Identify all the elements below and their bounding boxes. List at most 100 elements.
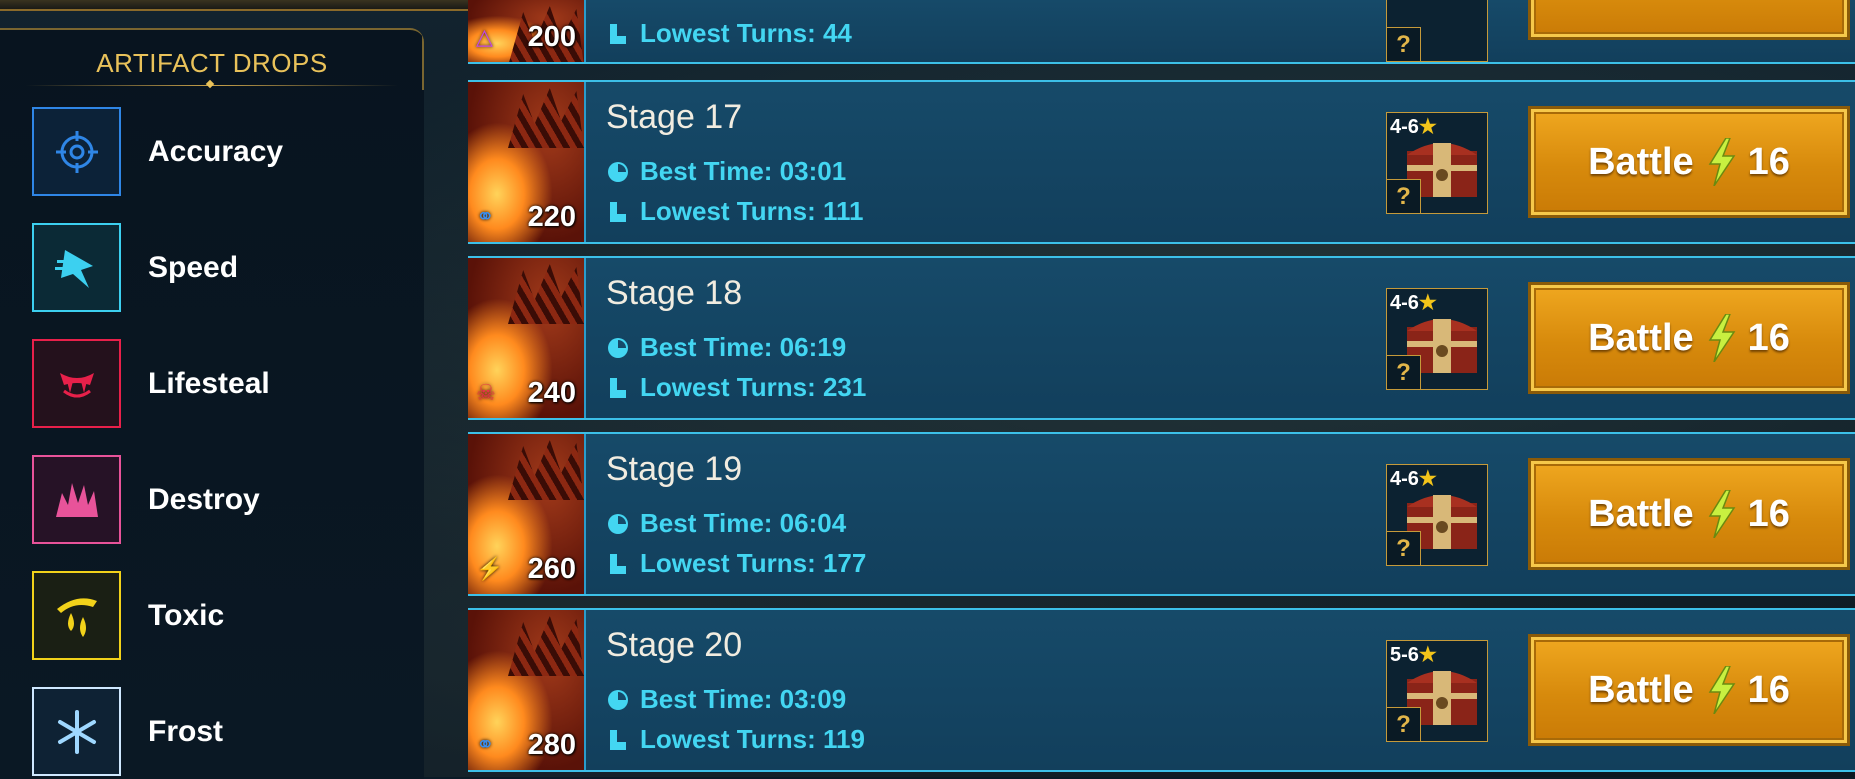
energy-cost: 16 — [1747, 316, 1790, 359]
title-divider-ornament — [205, 79, 215, 89]
lowest-turns-text: Lowest Turns: 119 — [640, 724, 865, 754]
stage-name: Stage 20 — [606, 626, 743, 664]
artifact-drop-label: Speed — [148, 251, 239, 284]
enemy-power: 200 — [527, 21, 576, 53]
reward-chest[interactable]: 4-6★ ? — [1386, 464, 1488, 566]
artifact-drop-label: Accuracy — [148, 135, 284, 168]
lowest-turns-text: Lowest Turns: 44 — [640, 18, 852, 48]
thumbnail-divider — [584, 434, 586, 594]
star-range: 4-6★ — [1390, 468, 1437, 490]
lifesteal-icon — [32, 339, 121, 428]
battle-label: Battle — [1588, 316, 1694, 359]
stage-name: Stage 18 — [606, 274, 743, 312]
lowest-turns: Lowest Turns: 44 — [606, 18, 852, 49]
artifact-drops-title: ARTIFACT DROPS — [96, 48, 328, 78]
dragon-horns — [508, 616, 584, 676]
energy-bolt-icon — [1708, 666, 1736, 714]
void-affinity-icon: △ — [476, 24, 493, 49]
enemy-power: 240 — [527, 377, 576, 409]
stage-boss-thumbnail: ⚡ 260 — [468, 434, 584, 594]
best-time-text: Best Time: 06:19 — [640, 332, 847, 362]
battle-label: Battle — [1588, 668, 1694, 711]
star-range: 5-6★ — [1390, 644, 1437, 666]
stage-row-17[interactable]: ⚭ 220 Stage 17 Best Time: 03:01 Lowest T… — [468, 80, 1855, 244]
thumbnail-divider — [584, 610, 586, 770]
stage-name: Stage 19 — [606, 450, 743, 488]
speed-icon — [32, 223, 121, 312]
artifact-drop-label: Lifesteal — [148, 367, 270, 400]
energy-bolt-icon — [1708, 490, 1736, 538]
battle-button[interactable]: Battle 16 — [1528, 106, 1850, 218]
artifact-drop-lifesteal[interactable]: Lifesteal — [32, 339, 402, 431]
question-mark-icon: ? — [1387, 355, 1421, 389]
artifact-drop-label: Destroy — [148, 483, 260, 516]
reward-chest[interactable]: ? — [1386, 0, 1488, 62]
stage-row-20[interactable]: ⚭ 280 Stage 20 Best Time: 03:09 Lowest T… — [468, 608, 1855, 772]
artifact-drop-label: Toxic — [148, 599, 225, 632]
best-time: Best Time: 03:01 — [606, 156, 846, 187]
lowest-turns-text: Lowest Turns: 111 — [640, 196, 864, 226]
star-range: 4-6★ — [1390, 292, 1437, 314]
force-affinity-icon: ☠ — [476, 380, 496, 405]
thumbnail-divider — [584, 258, 586, 418]
battle-label: Battle — [1588, 140, 1694, 183]
enemy-power: 220 — [527, 201, 576, 233]
battle-button[interactable]: Battle 16 — [1528, 282, 1850, 394]
artifact-drop-accuracy[interactable]: Accuracy — [32, 107, 402, 199]
stage-row-partial[interactable]: △ 200 Lowest Turns: 44 ? — [468, 0, 1855, 64]
energy-bolt-icon — [1708, 138, 1736, 186]
stage-row-18[interactable]: ☠ 240 Stage 18 Best Time: 06:19 Lowest T… — [468, 256, 1855, 420]
reward-chest[interactable]: 4-6★ ? — [1386, 288, 1488, 390]
artifact-drop-toxic[interactable]: Toxic — [32, 571, 402, 663]
question-mark-icon: ? — [1387, 707, 1421, 741]
artifact-drop-speed[interactable]: Speed — [32, 223, 402, 315]
boot-icon — [606, 376, 630, 400]
clock-icon — [606, 160, 630, 184]
battle-button[interactable]: Battle 16 — [1528, 634, 1850, 746]
energy-cost: 16 — [1747, 140, 1790, 183]
dragon-horns — [508, 88, 584, 148]
lowest-turns: Lowest Turns: 177 — [606, 548, 866, 579]
battle-label: Battle — [1588, 492, 1694, 535]
artifact-drop-destroy[interactable]: Destroy — [32, 455, 402, 547]
reward-chest[interactable]: 4-6★ ? — [1386, 112, 1488, 214]
question-mark-icon: ? — [1387, 27, 1421, 61]
thumbnail-divider — [584, 82, 586, 242]
stage-row-19[interactable]: ⚡ 260 Stage 19 Best Time: 06:04 Lowest T… — [468, 432, 1855, 596]
boot-icon — [606, 552, 630, 576]
energy-cost: 16 — [1747, 492, 1790, 535]
clock-icon — [606, 512, 630, 536]
best-time-text: Best Time: 06:04 — [640, 508, 847, 538]
lowest-turns: Lowest Turns: 231 — [606, 372, 866, 403]
clock-icon — [606, 688, 630, 712]
lowest-turns-text: Lowest Turns: 177 — [640, 548, 867, 578]
artifact-drop-frost[interactable]: Frost — [32, 687, 402, 779]
best-time: Best Time: 06:04 — [606, 508, 846, 539]
stage-boss-thumbnail: ⚭ 220 — [468, 82, 584, 242]
spirit-affinity-icon: ⚡ — [476, 556, 504, 581]
stage-boss-thumbnail: △ 200 — [468, 0, 584, 62]
best-time: Best Time: 03:09 — [606, 684, 846, 715]
question-mark-icon: ? — [1387, 179, 1421, 213]
lowest-turns-text: Lowest Turns: 231 — [640, 372, 867, 402]
magic-affinity-icon: ⚭ — [476, 732, 495, 757]
enemy-power: 280 — [527, 729, 576, 761]
boot-icon — [606, 22, 630, 46]
accuracy-icon — [32, 107, 121, 196]
destroy-icon — [32, 455, 121, 544]
energy-cost: 16 — [1747, 668, 1790, 711]
frost-icon — [32, 687, 121, 776]
clock-icon — [606, 336, 630, 360]
best-time: Best Time: 06:19 — [606, 332, 846, 363]
artifact-drops-panel: ARTIFACT DROPS Accuracy Speed Lifesteal … — [0, 28, 424, 779]
toxic-icon — [32, 571, 121, 660]
energy-bolt-icon — [1708, 314, 1736, 362]
stage-boss-thumbnail: ☠ 240 — [468, 258, 584, 418]
stage-boss-thumbnail: ⚭ 280 — [468, 610, 584, 770]
star-range: 4-6★ — [1390, 116, 1437, 138]
artifact-drop-label: Frost — [148, 715, 223, 748]
battle-button-partial[interactable] — [1528, 0, 1850, 40]
battle-button[interactable]: Battle 16 — [1528, 458, 1850, 570]
reward-chest[interactable]: 5-6★ ? — [1386, 640, 1488, 742]
question-mark-icon: ? — [1387, 531, 1421, 565]
